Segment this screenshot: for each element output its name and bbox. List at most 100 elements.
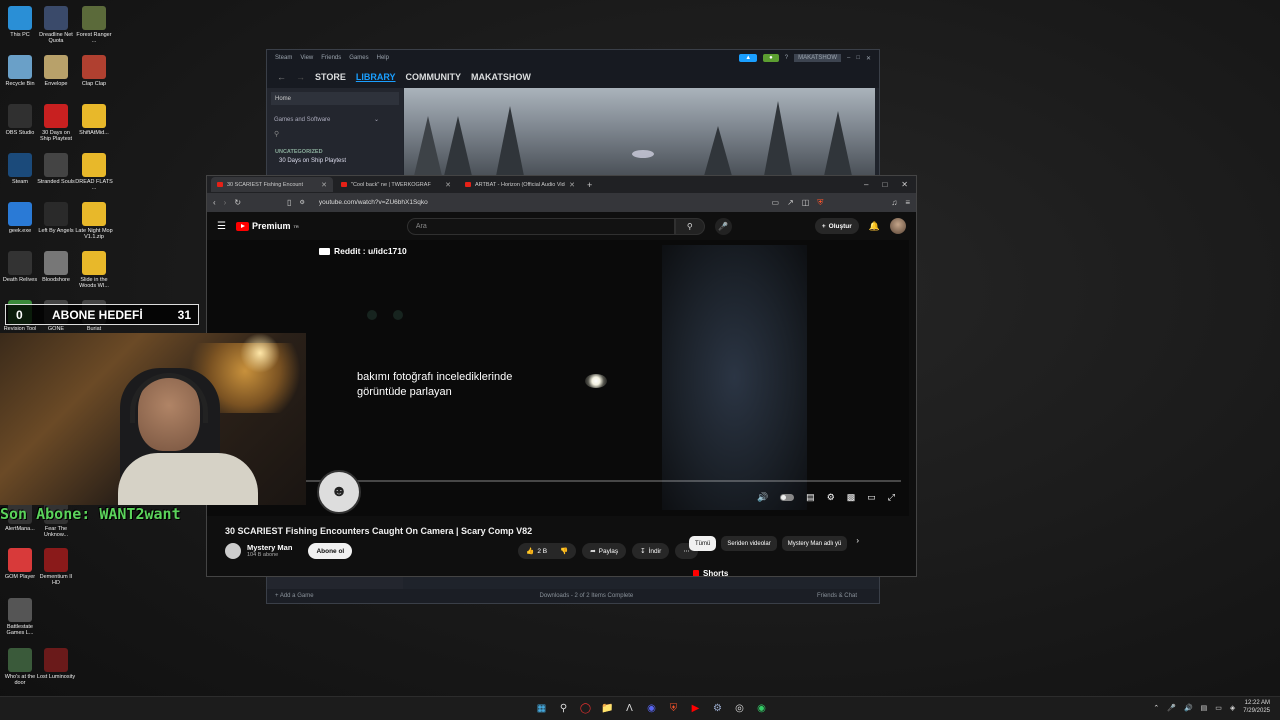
brave-icon[interactable]: ⛨ — [666, 701, 681, 716]
desktop-icon[interactable]: Bloodshore — [36, 251, 76, 283]
steam-menu-friends[interactable]: Friends — [321, 55, 341, 61]
close-tab-icon[interactable]: ✕ — [321, 181, 327, 189]
bookmark-icon[interactable]: ▯ — [287, 198, 291, 207]
channel-name[interactable]: Mystery Man — [247, 543, 292, 552]
dislike-icon[interactable]: 👎 — [560, 547, 568, 555]
desktop-icon[interactable]: This PC — [0, 6, 40, 38]
close-icon[interactable]: ✕ — [866, 55, 871, 62]
opera-icon[interactable]: ◯ — [578, 701, 593, 716]
desktop-icon[interactable]: 30 Days on Ship Playtest — [36, 104, 76, 143]
brave-shield-icon[interactable]: ⛨ — [817, 198, 823, 208]
new-tab-icon[interactable]: + — [587, 180, 592, 190]
clock[interactable]: 12:22 AM 7/29/2025 — [1243, 700, 1270, 716]
browser-tab-3[interactable]: ARTBAT - Horizon (Official Audio Vide ✕ — [459, 177, 581, 192]
desktop-icon[interactable]: Late Night Mop V1.1.zip — [74, 202, 114, 241]
desktop-icon[interactable]: geek.exe — [0, 202, 40, 234]
desktop-icon[interactable]: DREAD FLATS ... — [74, 153, 114, 192]
miniplayer-icon[interactable]: ▩ — [847, 492, 856, 503]
back-arrow-icon[interactable]: ← — [277, 72, 286, 82]
voice-search-icon[interactable]: 🎤 — [714, 217, 732, 235]
maximize-icon[interactable]: □ — [856, 55, 860, 61]
volume-icon[interactable]: 🔊 — [1184, 704, 1193, 712]
desktop-icon[interactable]: Battlestate Games L... — [0, 598, 40, 637]
channel-watermark-icon[interactable]: ☻ — [317, 470, 361, 514]
screen-icon[interactable]: ▭ — [772, 198, 780, 208]
forward-arrow-icon[interactable]: → — [296, 72, 305, 82]
volume-icon[interactable]: 🔊 — [757, 492, 768, 503]
desktop-icon[interactable]: Who's at the door — [0, 648, 40, 687]
file-explorer-icon[interactable]: 📁 — [600, 701, 615, 716]
back-arrow-icon[interactable]: ‹ — [213, 198, 216, 207]
share-button[interactable]: ➦ Paylaş — [582, 543, 627, 559]
share-icon[interactable]: ↗ — [787, 198, 794, 208]
steam-menu-help[interactable]: Help — [377, 55, 389, 61]
hamburger-menu-icon[interactable]: ☰ — [217, 221, 226, 232]
minimize-icon[interactable]: – — [864, 180, 868, 189]
add-game-button[interactable]: + Add a Game — [275, 593, 314, 599]
desktop-icon[interactable]: Dementium II HD — [36, 548, 76, 587]
desktop-icon[interactable]: Stranded Souls — [36, 153, 76, 185]
steam-account[interactable]: MAKATSHOW — [794, 54, 841, 62]
close-icon[interactable]: ✕ — [901, 180, 908, 189]
menu-icon[interactable]: ≡ — [905, 198, 910, 207]
youtube-logo[interactable]: Premium TR — [235, 221, 299, 231]
desktop-icon[interactable]: ShiftAtMid... — [74, 104, 114, 136]
app-icon[interactable]: Λ — [622, 701, 637, 716]
steam-home[interactable]: Home — [271, 92, 399, 105]
chip-series[interactable]: Seriden videolar — [721, 536, 777, 551]
browser-tab-2[interactable]: "Cool back" ne | TWERKOGRAF ✕ — [335, 177, 457, 192]
steam-tab-store[interactable]: STORE — [315, 72, 346, 82]
chip-channel[interactable]: Mystery Man adlı yü — [781, 536, 848, 551]
downloads-status[interactable]: Downloads - 2 of 2 Items Complete — [540, 593, 634, 599]
subtitles-icon[interactable]: ▤ — [806, 492, 815, 503]
close-tab-icon[interactable]: ✕ — [445, 181, 451, 189]
desktop-icon[interactable]: OBS Studio — [0, 104, 40, 136]
fullscreen-icon[interactable]: ⤢ — [888, 492, 895, 503]
browser-tab-1[interactable]: 30 SCARIEST Fishing Encount ✕ — [211, 177, 333, 192]
discord-icon[interactable]: ◉ — [644, 701, 659, 716]
desktop-icon[interactable]: GOM Player — [0, 548, 40, 580]
desktop-icon[interactable]: Envelope — [36, 55, 76, 87]
steam-menu-steam[interactable]: Steam — [275, 55, 292, 61]
desktop-icon[interactable]: Recycle Bin — [0, 55, 40, 87]
close-tab-icon[interactable]: ✕ — [569, 181, 575, 189]
desktop-icon[interactable]: Left By Angels — [36, 202, 76, 234]
site-info-icon[interactable]: ⚙ — [299, 199, 304, 206]
search-input[interactable]: Ara — [406, 217, 675, 235]
steam-game-item[interactable]: 30 Days on Ship Playtest — [279, 158, 399, 164]
desktop-icon[interactable]: Slide in the Woods WI... — [74, 251, 114, 290]
search-icon[interactable]: ⚲ — [556, 701, 571, 716]
search-button[interactable]: ⚲ — [674, 217, 705, 235]
youtube-app-icon[interactable]: ▶ — [688, 701, 703, 716]
music-icon[interactable]: ♫ — [891, 198, 897, 207]
subscribe-button[interactable]: Abone ol — [308, 543, 353, 559]
download-button[interactable]: ↧ İndir — [632, 543, 670, 559]
desktop-icon[interactable]: Clap Clap — [74, 55, 114, 87]
megaphone-icon[interactable]: ▲ — [739, 54, 758, 62]
reload-icon[interactable]: ↻ — [234, 198, 241, 207]
url-field[interactable]: youtube.com/watch?v=ZU6bhX1Sqko — [319, 199, 428, 206]
steam-search[interactable]: ⚲ — [271, 130, 399, 143]
settings-gear-icon[interactable]: ⚙ — [827, 492, 835, 503]
notification-bell-icon[interactable]: 🔔 — [869, 221, 880, 232]
desktop-icon[interactable]: Death Relives — [0, 251, 40, 283]
microphone-icon[interactable]: 🎤 — [1167, 704, 1176, 712]
create-button[interactable]: + Oluştur — [814, 218, 859, 234]
desktop-icon[interactable]: Lost Luminosity — [36, 648, 76, 680]
channel-avatar[interactable] — [225, 543, 241, 559]
friends-chat-button[interactable]: Friends & Chat — [817, 593, 857, 599]
chevron-right-icon[interactable]: › — [856, 536, 859, 551]
video-progress-bar[interactable] — [207, 480, 901, 482]
like-button[interactable]: 👍 2 B 👎 — [518, 543, 577, 559]
steam-category[interactable]: UNCATEGORIZED — [275, 149, 399, 155]
steam-filter[interactable]: Games and Software ⌄ — [271, 113, 399, 126]
obs-icon[interactable]: ◎ — [732, 701, 747, 716]
steam-menu-games[interactable]: Games — [349, 55, 368, 61]
desktop-icon[interactable]: Steam — [0, 153, 40, 185]
autoplay-toggle[interactable] — [780, 494, 795, 501]
steam-tab-library[interactable]: LIBRARY — [356, 72, 396, 82]
network-icon[interactable]: ▤ — [1201, 704, 1208, 712]
desktop-icon[interactable]: Dreadline Net Quota — [36, 6, 76, 45]
chip-all[interactable]: Tümü — [689, 536, 717, 551]
steam-tab-community[interactable]: COMMUNITY — [406, 72, 462, 82]
